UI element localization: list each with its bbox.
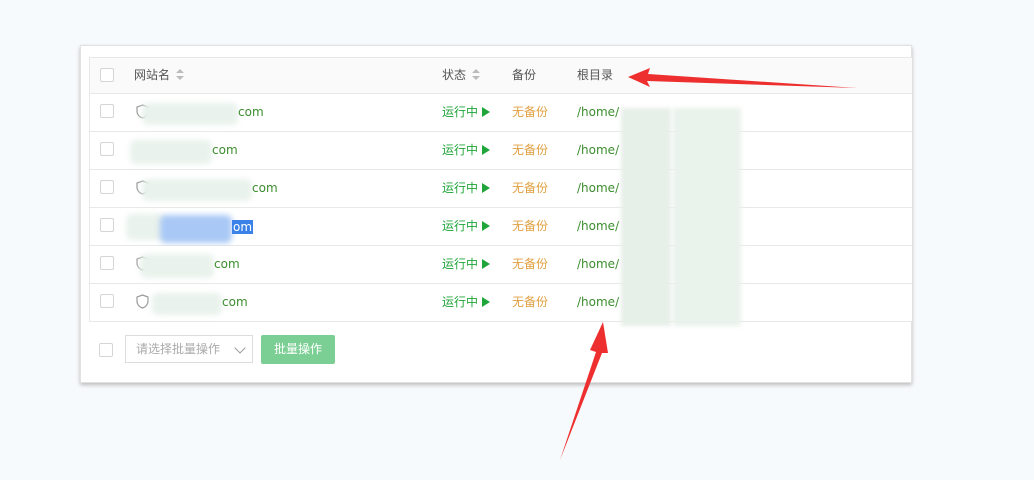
annotation-overlay [560, 68, 857, 460]
red-arrow-to-root-column [560, 322, 608, 460]
red-arrow-to-root-header [628, 68, 857, 88]
